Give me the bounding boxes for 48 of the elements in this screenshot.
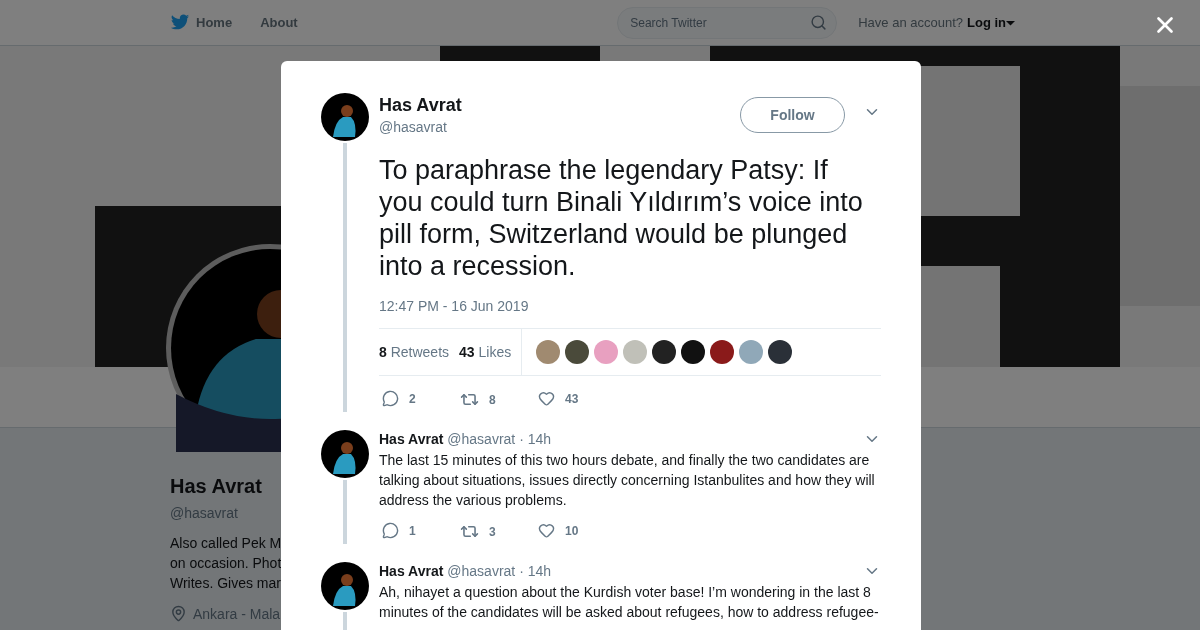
author-handle: @hasavrat [447,563,516,579]
search-field[interactable]: Search Twitter [617,6,838,39]
tweet-time: 12:47 PM - 16 Jun 2019 [379,298,530,314]
reply-button[interactable]: 2 [382,390,460,407]
bird-icon [170,14,190,31]
retweet-button[interactable]: 8 [460,390,538,409]
author-handle: @hasavrat [379,119,448,135]
bio-text: Writes. Gives mar [170,574,281,593]
avatar [321,93,369,141]
reply-icon [382,390,399,407]
location-text: Ankara - Mala [193,605,281,622]
liker-avatar[interactable] [681,340,706,364]
author-name: Has Avrat [379,431,444,447]
liker-avatar[interactable] [565,340,590,364]
author-name: Has Avrat [379,95,463,116]
profile-handle: @hasavrat [170,505,238,521]
nav-link[interactable]: Home [170,14,233,31]
nav-link[interactable]: About [260,15,298,30]
search-icon [810,13,828,31]
reply-text: Ah, nihayet a question about the Kurdish voter base! I’m wondering in the last 8 minutes of the candidates will be asked about refugees, how to address refugee- [379,583,880,622]
tweet-time: · 14h [519,563,552,579]
profile-name: Has Avrat [170,475,262,498]
retweets-count[interactable]: 8 Retweets [379,344,450,360]
author-handle: @hasavrat [447,431,516,447]
heart-icon [538,390,555,407]
caret-icon [1006,19,1015,26]
liker-avatar[interactable] [768,340,793,364]
tweet-time: · 14h [519,431,552,447]
bio-text: on occasion. Phot [170,554,282,573]
author-name: Has Avrat [379,563,444,579]
reply-text: The last 15 minutes of this two hours debate, and finally the two candidates are talking about situations, issues directly concerning Istanbulites and how they will address the various problems. [379,451,876,510]
reply-icon [382,522,399,539]
login-link[interactable]: Log in [967,15,1015,30]
tweet-text: To paraphrase the legendary Patsy: If you could turn Binali Yıldırım’s voice into pill form, Switzerland would be plunged into a recession. [379,154,864,282]
liker-avatar[interactable] [710,340,735,364]
avatar [321,430,369,478]
like-button[interactable]: 43 [538,390,616,407]
reply-button[interactable]: 1 [382,522,460,539]
retweet-button[interactable]: 3 [460,522,538,541]
avatar [321,562,369,610]
like-button[interactable]: 10 [538,522,616,539]
account-prompt: Have an account? [858,15,963,30]
likes-count[interactable]: 43 Likes [459,344,512,360]
heart-icon [538,522,555,539]
liker-avatar[interactable] [652,340,677,364]
bio-text: Also called Pek M [170,534,282,553]
follow-button[interactable]: Follow [740,97,845,133]
location-icon [170,605,187,622]
